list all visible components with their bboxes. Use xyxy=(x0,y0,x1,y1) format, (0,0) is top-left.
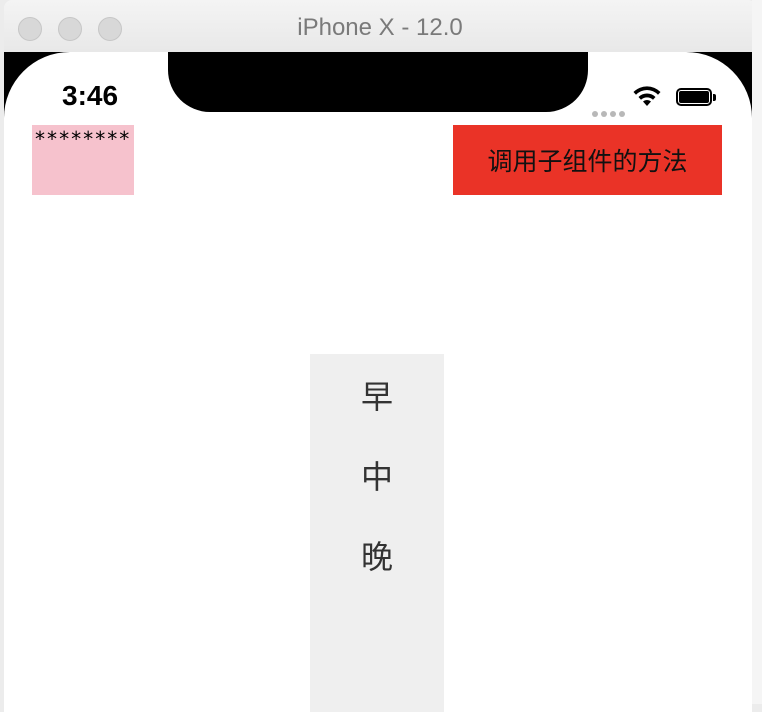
device-notch xyxy=(168,52,588,112)
window-title: iPhone X - 12.0 xyxy=(297,14,463,41)
signal-dots-icon xyxy=(592,102,632,117)
masked-text-box: ******** xyxy=(32,125,134,195)
picker-item-noon[interactable]: 中 xyxy=(310,452,444,498)
battery-icon xyxy=(676,88,716,108)
device-screen: 3:46 ******** 调用子组件的方法 早 中 晚 xyxy=(4,52,752,712)
picker-item-evening[interactable]: 晚 xyxy=(310,532,444,578)
window-edge xyxy=(752,0,762,704)
wifi-icon xyxy=(633,86,661,106)
masked-text: ******** xyxy=(34,127,131,151)
status-time: 3:46 xyxy=(62,80,119,111)
time-picker[interactable]: 早 中 晚 xyxy=(310,354,444,712)
window-titlebar: iPhone X - 12.0 xyxy=(4,0,756,53)
call-child-method-button[interactable]: 调用子组件的方法 xyxy=(453,125,722,195)
picker-item-morning[interactable]: 早 xyxy=(310,372,444,418)
